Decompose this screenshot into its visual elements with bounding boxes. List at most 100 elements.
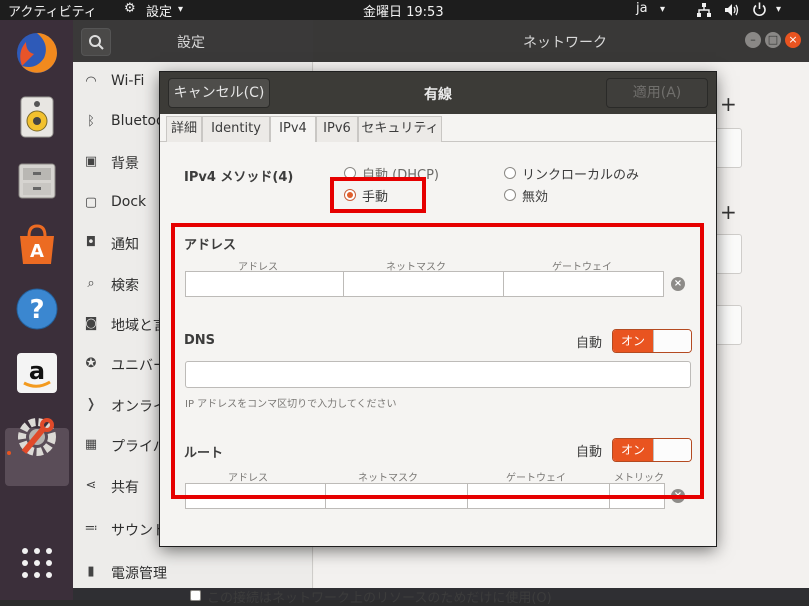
apply-button[interactable]: 適用(A) — [606, 78, 708, 108]
delete-route-icon[interactable]: × — [671, 489, 685, 503]
route-address-input[interactable] — [185, 483, 326, 509]
dns-auto-label: 自動 — [576, 336, 603, 351]
tab-ipv6[interactable]: IPv6 — [316, 116, 358, 142]
toggle-on-label: オン — [613, 330, 653, 352]
search-button[interactable] — [81, 28, 111, 56]
route-address-column-header: アドレス — [228, 473, 268, 484]
method-manual-radio[interactable] — [344, 189, 356, 201]
sidebar-item-label: 共有 — [111, 480, 139, 496]
method-disabled-radio[interactable] — [504, 189, 516, 201]
app-menu-icon: ⚙ — [124, 1, 136, 16]
route-gateway-column-header: ゲートウェイ — [506, 473, 566, 484]
tab-security[interactable]: セキュリティ — [358, 116, 442, 142]
sound-icon: ≕ — [84, 521, 98, 536]
close-button[interactable]: × — [785, 32, 801, 48]
privacy-icon: ▦ — [84, 437, 98, 452]
online-accounts-icon: ❭ — [85, 397, 97, 412]
address-section-title: アドレス — [184, 238, 237, 253]
app-menu-arrow-icon: ▾ — [178, 4, 184, 15]
input-method-indicator[interactable]: ja — [636, 1, 648, 16]
activities-button[interactable]: アクティビティ — [8, 1, 97, 20]
files-icon[interactable] — [14, 158, 60, 204]
app-menu-button[interactable]: 設定 — [146, 1, 172, 20]
volume-icon[interactable] — [724, 3, 740, 17]
search-icon — [89, 35, 104, 50]
top-bar: アクティビティ ⚙ 設定 ▾ 金曜日 19:53 ja ▾ ▾ — [0, 0, 809, 20]
settings-header: 設定 — [73, 20, 313, 62]
power-icon[interactable] — [752, 2, 767, 17]
region-icon: ◙ — [84, 316, 98, 331]
netmask-input[interactable] — [343, 271, 504, 297]
method-auto-radio[interactable] — [344, 167, 356, 179]
delete-address-icon[interactable]: × — [671, 277, 685, 291]
firefox-icon[interactable] — [14, 30, 60, 76]
input-method-arrow-icon: ▾ — [660, 4, 666, 15]
method-auto-label: 自動 (DHCP) — [362, 168, 439, 183]
method-manual-label: 手動 — [362, 190, 389, 205]
network-wired-icon[interactable] — [697, 3, 711, 17]
route-section-title: ルート — [184, 446, 224, 461]
software-icon[interactable]: A — [14, 222, 60, 268]
add-icon[interactable]: + — [720, 200, 737, 224]
settings-icon[interactable] — [14, 414, 60, 460]
system-menu-arrow-icon: ▾ — [776, 4, 782, 15]
clock[interactable]: 金曜日 19:53 — [363, 1, 444, 20]
tab-ipv4[interactable]: IPv4 — [270, 116, 316, 143]
show-apps-icon[interactable] — [14, 540, 60, 586]
sidebar-item-label: 通知 — [111, 237, 139, 253]
resources-only-label: この接続はネットワーク上のリソースのためだけに使用(O) — [207, 591, 552, 606]
route-auto-toggle[interactable]: オン — [612, 438, 692, 462]
route-netmask-column-header: ネットマスク — [358, 473, 418, 484]
dialog-header: キャンセル(C) 有線 適用(A) — [160, 72, 716, 114]
toggle-on-label: オン — [613, 439, 653, 461]
sidebar-item-label: Dock — [111, 194, 147, 210]
method-link-local-radio[interactable] — [504, 167, 516, 179]
dock-icon: ▢ — [84, 195, 98, 210]
page-title: ネットワーク — [523, 35, 607, 51]
route-auto-label: 自動 — [576, 445, 603, 460]
dns-auto-toggle[interactable]: オン — [612, 329, 692, 353]
dock: A ? a — [0, 20, 73, 600]
maximize-button[interactable]: □ — [765, 32, 781, 48]
svg-text:?: ? — [29, 295, 44, 325]
tab-details[interactable]: 詳細 — [166, 116, 202, 142]
bluetooth-icon: ᛒ — [87, 114, 95, 129]
route-metric-column-header: メトリック — [614, 473, 664, 484]
background-icon: ▣ — [84, 154, 98, 169]
svg-text:A: A — [30, 241, 44, 262]
sidebar-item-label: 背景 — [111, 156, 139, 172]
minimize-button[interactable]: – — [745, 32, 761, 48]
method-link-local-label: リンクローカルのみ — [522, 168, 640, 183]
sidebar-item-power[interactable]: ▮ 電源管理 — [73, 552, 313, 592]
sidebar-item-label: 電源管理 — [111, 566, 167, 582]
add-icon[interactable]: + — [720, 92, 737, 116]
search-icon: ⌕ — [87, 276, 95, 291]
resources-only-checkbox[interactable] — [190, 590, 201, 601]
sidebar-item-label: Wi-Fi — [111, 73, 145, 89]
wifi-icon: ◠ — [85, 74, 97, 89]
route-metric-input[interactable] — [609, 483, 665, 509]
share-icon: ⋖ — [85, 478, 97, 493]
help-icon[interactable]: ? — [14, 286, 60, 332]
accessibility-icon: ✪ — [85, 356, 97, 371]
dns-section-title: DNS — [184, 333, 216, 348]
network-header: ネットワーク – □ × — [313, 20, 809, 62]
method-disabled-label: 無効 — [522, 190, 549, 205]
route-gateway-input[interactable] — [467, 483, 610, 509]
address-input[interactable] — [185, 271, 344, 297]
power-icon: ▮ — [87, 564, 95, 579]
sidebar-item-label: サウンド — [111, 523, 167, 539]
toggle-knob — [653, 439, 691, 461]
ipv4-method-label: IPv4 メソッド(4) — [184, 170, 294, 185]
gateway-input[interactable] — [503, 271, 664, 297]
ipv4-panel: IPv4 メソッド(4) 自動 (DHCP) リンクローカルのみ 手動 無効 ア… — [166, 142, 710, 606]
rhythmbox-icon[interactable] — [14, 94, 60, 140]
tab-identity[interactable]: Identity — [202, 116, 270, 142]
notification-icon: ◘ — [85, 235, 97, 250]
sidebar-item-label: 検索 — [111, 278, 139, 294]
route-netmask-input[interactable] — [325, 483, 468, 509]
amazon-icon[interactable]: a — [14, 350, 60, 396]
settings-title: 設定 — [177, 35, 205, 51]
dns-hint: IP アドレスをコンマ区切りで入力してください — [185, 399, 397, 410]
dns-servers-input[interactable] — [185, 361, 691, 388]
